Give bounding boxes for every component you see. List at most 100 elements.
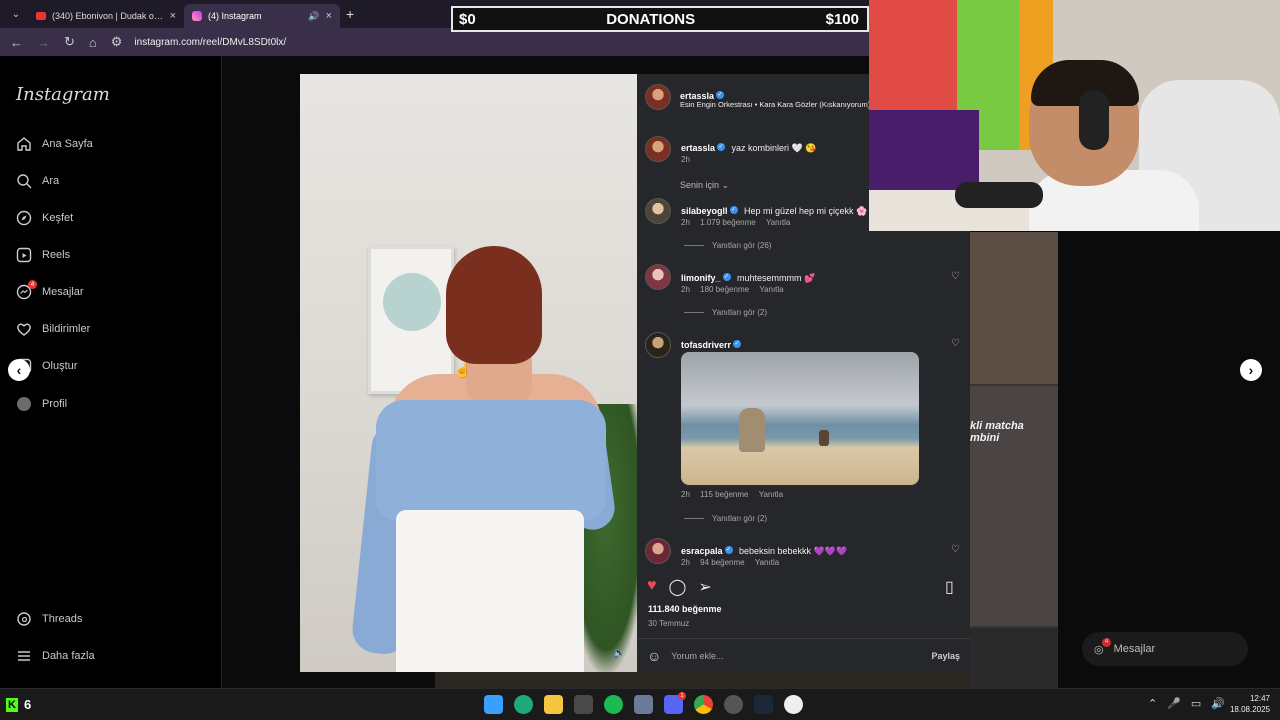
feed-thumbnail[interactable] [970, 232, 1058, 384]
sidebar-item-notifications[interactable]: Bildirimler [16, 321, 90, 337]
comment-likes[interactable]: 180 beğenme [700, 285, 749, 294]
messenger-icon: 4 [16, 280, 37, 300]
home-icon[interactable]: ⌂ [89, 35, 97, 50]
comment-username[interactable]: esracpala [681, 546, 723, 556]
reply-button[interactable]: Yanıtla [766, 218, 790, 227]
sidebar-item-search[interactable]: Ara [16, 173, 59, 189]
prev-arrow-icon[interactable]: ‹ [8, 359, 30, 381]
webcam-overlay [869, 0, 1280, 231]
gif-figure [819, 430, 829, 446]
speaker-icon[interactable]: 🔊 [1211, 697, 1225, 710]
microphone-icon[interactable]: 🎤 [1167, 697, 1181, 710]
new-tab-button[interactable]: + [346, 6, 354, 22]
comment-meta: 2h 115 beğenme Yanıtla [681, 490, 783, 499]
like-count[interactable]: 111.840 beğenme [648, 604, 722, 614]
caption-avatar[interactable] [645, 136, 671, 162]
save-bookmark-icon[interactable]: ▯ [945, 577, 954, 597]
comment-gif-image[interactable] [681, 352, 919, 485]
sidebar-item-explore[interactable]: Keşfet [16, 210, 73, 226]
share-button[interactable]: Paylaş [931, 651, 960, 661]
tab-instagram[interactable]: (4) Instagram 🔊 × [184, 4, 340, 28]
share-icon[interactable]: ➢ [698, 577, 711, 597]
sidebar-item-label: Oluştur [42, 360, 78, 372]
clock[interactable]: 12:47 18.08.2025 [1226, 693, 1270, 715]
comment-input[interactable]: Yorum ekle... [671, 651, 723, 661]
messages-pill[interactable]: ◎ 4 Mesajlar [1082, 632, 1248, 666]
see-replies-button[interactable]: Yanıtları gör (2) [684, 514, 767, 523]
comment-username[interactable]: tofasdriverr [681, 340, 731, 350]
comment-avatar[interactable] [645, 538, 671, 564]
comment-likes[interactable]: 1.079 beğenme [700, 218, 756, 227]
sidebar-item-label: Daha fazla [42, 650, 95, 662]
app-icon[interactable] [784, 695, 803, 714]
notification-badge: 4 [1102, 637, 1111, 647]
see-replies-button[interactable]: Yanıtları gör (26) [684, 241, 771, 250]
tab-youtube[interactable]: (340) Ebonivon | Dudak okuma × [28, 4, 184, 28]
comment-icon[interactable]: ◯ [669, 577, 687, 597]
reload-icon[interactable]: ↻ [64, 34, 75, 50]
home-icon [16, 136, 32, 152]
close-tab-button[interactable]: × [326, 10, 332, 22]
site-info-icon[interactable]: ⚙ [111, 34, 123, 50]
spotify-icon[interactable] [604, 695, 623, 714]
url-field[interactable]: instagram.com/reel/DMvL8SDt0lx/ [134, 37, 286, 48]
comment-meta: 2h 1.079 beğenme Yanıtla [681, 218, 790, 227]
comment-avatar[interactable] [645, 264, 671, 290]
sidebar-item-profile[interactable]: Profil [16, 396, 67, 412]
messages-pill-label: Mesajlar [1113, 643, 1156, 655]
sidebar-item-label: Keşfet [42, 212, 74, 224]
close-tab-button[interactable]: × [170, 10, 176, 22]
instagram-logo[interactable]: Instagram [16, 84, 110, 105]
app-icon[interactable] [634, 695, 653, 714]
like-heart-icon[interactable]: ♥ [647, 577, 657, 597]
emoji-icon[interactable]: ☺ [647, 648, 661, 664]
like-comment-heart-icon[interactable]: ♡ [951, 544, 960, 555]
speaker-icon[interactable]: 🔊 [308, 11, 319, 22]
like-comment-heart-icon[interactable]: ♡ [951, 271, 960, 282]
post-date: 30 Temmuz [648, 619, 690, 628]
tray-chevron-up-icon[interactable]: ⌃ [1148, 697, 1157, 710]
sidebar-item-reels[interactable]: Reels [16, 247, 70, 263]
next-arrow-icon[interactable]: › [1240, 359, 1262, 381]
back-icon[interactable]: ← [10, 35, 23, 50]
hand-cursor-icon: ☝ [454, 362, 472, 378]
comment-likes[interactable]: 115 beğenme [700, 490, 748, 499]
comment-likes[interactable]: 94 beğenme [700, 558, 744, 567]
author-avatar[interactable] [645, 84, 671, 110]
tab-title: (4) Instagram [208, 11, 262, 21]
file-explorer-icon[interactable] [544, 695, 563, 714]
sidebar-item-home[interactable]: Ana Sayfa [16, 136, 93, 152]
caption-username[interactable]: ertassla [681, 143, 715, 153]
edge-icon[interactable] [514, 695, 533, 714]
comment-username[interactable]: silabeyogll [681, 206, 728, 216]
steam-icon[interactable] [754, 695, 773, 714]
sidebar-item-messages[interactable]: 4 Mesajlar [16, 280, 84, 300]
aquarium [869, 110, 979, 190]
forward-icon[interactable]: → [37, 35, 50, 50]
chrome-icon[interactable] [694, 695, 713, 714]
screen: ⌄ (340) Ebonivon | Dudak okuma × (4) Ins… [0, 0, 1280, 720]
sort-label: Senin için [680, 180, 720, 190]
start-windows-icon[interactable] [484, 695, 503, 714]
store-icon[interactable] [574, 695, 593, 714]
like-comment-heart-icon[interactable]: ♡ [951, 338, 960, 349]
sort-dropdown[interactable]: Senin için ⌄ [680, 180, 729, 191]
obs-icon[interactable] [724, 695, 743, 714]
comment-text: Hep mi güzel hep mi çiçekk 🌸 [743, 206, 868, 216]
comment-username[interactable]: limonify_ [681, 273, 721, 283]
comment-avatar[interactable] [645, 332, 671, 358]
reply-button[interactable]: Yanıtla [759, 285, 783, 294]
volume-icon[interactable]: 🔈 [613, 648, 625, 659]
divider [684, 518, 704, 519]
tab-list-menu-button[interactable]: ⌄ [4, 4, 28, 24]
comment-avatar[interactable] [645, 198, 671, 224]
feed-thumbnail[interactable]: kli matcha mbini [970, 386, 1058, 626]
network-icon[interactable]: ▭ [1191, 697, 1201, 710]
feed-thumbnail[interactable] [970, 628, 1058, 688]
sidebar-item-threads[interactable]: Threads [16, 611, 82, 627]
discord-icon[interactable]: 1 [664, 692, 686, 714]
sidebar-item-more[interactable]: Daha fazla [16, 648, 95, 664]
see-replies-button[interactable]: Yanıtları gör (2) [684, 308, 767, 317]
reply-button[interactable]: Yanıtla [759, 490, 783, 499]
reply-button[interactable]: Yanıtla [755, 558, 779, 567]
